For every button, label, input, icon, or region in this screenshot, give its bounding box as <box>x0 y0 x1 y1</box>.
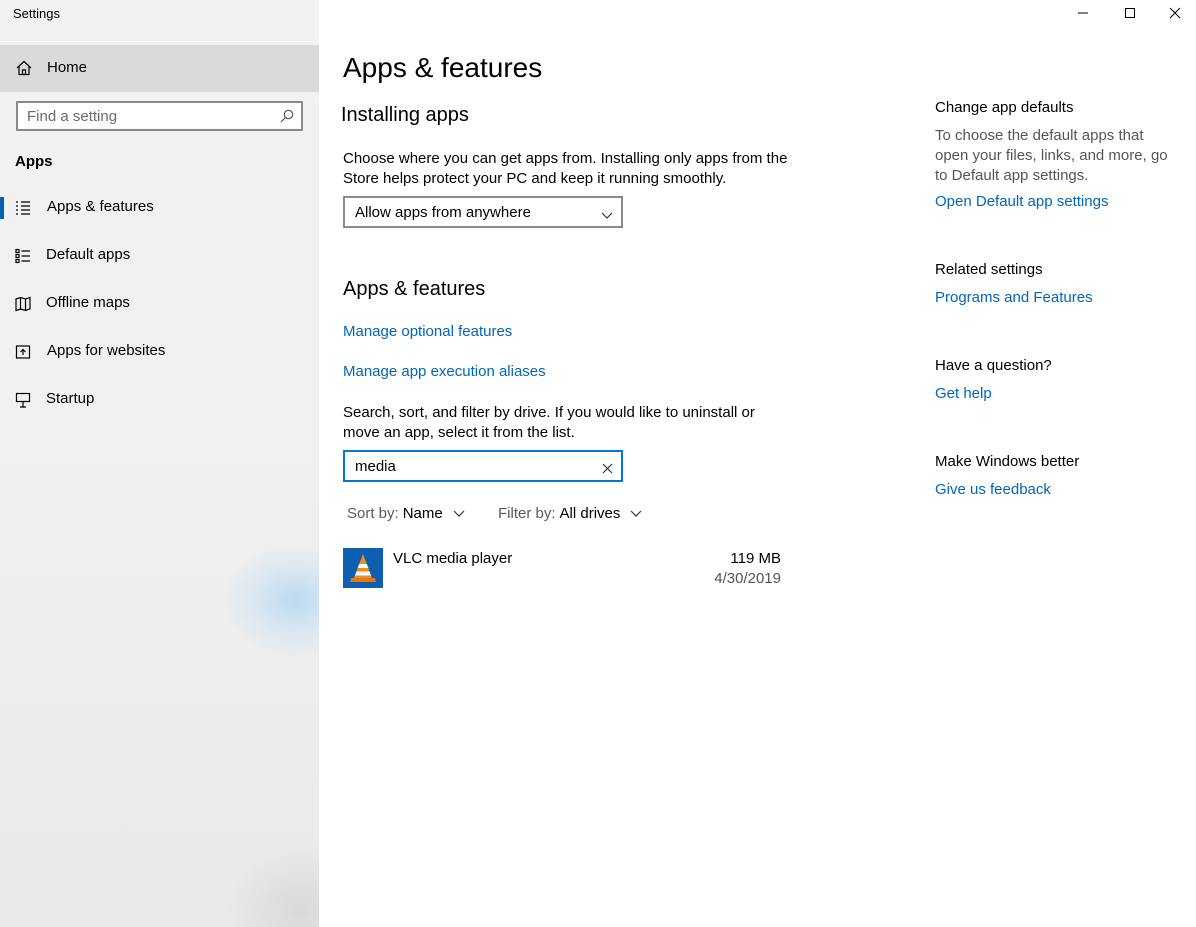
give-feedback-link[interactable]: Give us feedback <box>935 481 1051 498</box>
default-apps-icon <box>15 248 31 264</box>
chevron-down-icon <box>453 505 465 522</box>
sidebar-item-label: Offline maps <box>46 294 130 311</box>
manage-execution-aliases-link[interactable]: Manage app execution aliases <box>343 363 546 380</box>
get-help-link[interactable]: Get help <box>935 385 992 402</box>
sidebar-item-label: Default apps <box>46 246 131 263</box>
app-install-date: 4/30/2019 <box>714 570 781 587</box>
change-defaults-desc-line3: to Default app settings. <box>935 167 1089 184</box>
app-source-dropdown[interactable]: Allow apps from anywhere <box>343 196 623 228</box>
open-in-icon <box>15 344 31 360</box>
sidebar-section-label: Apps <box>15 153 53 170</box>
home-icon <box>15 59 33 77</box>
related-settings-heading: Related settings <box>935 261 1043 278</box>
sidebar-item-offline-maps[interactable]: Offline maps <box>0 284 319 324</box>
have-question-heading: Have a question? <box>935 357 1052 374</box>
sort-key: Sort by: <box>347 505 399 522</box>
make-windows-better-heading: Make Windows better <box>935 453 1080 470</box>
map-icon <box>15 296 31 312</box>
sidebar-item-default-apps[interactable]: Default apps <box>0 236 319 276</box>
vlc-cone-icon <box>343 548 383 588</box>
manage-optional-features-link[interactable]: Manage optional features <box>343 323 512 340</box>
dropdown-value: Allow apps from anywhere <box>355 204 531 221</box>
sidebar-item-home[interactable]: Home <box>0 45 319 92</box>
acrylic-shadow <box>230 850 319 927</box>
sort-by-dropdown[interactable]: Sort by: Name <box>347 505 465 522</box>
app-size: 119 MB <box>730 550 781 567</box>
app-search-box[interactable] <box>343 450 623 482</box>
startup-icon <box>15 392 31 408</box>
app-name: VLC media player <box>393 550 513 567</box>
search-description-line2: move an app, select it from the list. <box>343 424 575 441</box>
change-defaults-desc-line2: open your files, links, and more, go <box>935 147 1168 164</box>
window-title: Settings <box>13 6 60 21</box>
installing-description-line2: Store helps protect your PC and keep it … <box>343 170 727 187</box>
filter-by-dropdown[interactable]: Filter by: All drives <box>498 505 642 522</box>
open-default-app-settings-link[interactable]: Open Default app settings <box>935 193 1108 210</box>
sidebar-item-label: Apps & features <box>47 198 154 215</box>
change-defaults-heading: Change app defaults <box>935 99 1074 116</box>
main-content: Apps & features Installing apps Choose w… <box>319 0 1196 927</box>
chevron-down-icon <box>630 505 642 522</box>
find-setting-input[interactable] <box>18 103 268 129</box>
search-description-line1: Search, sort, and filter by drive. If yo… <box>343 404 755 421</box>
sort-value: Name <box>402 505 443 522</box>
installing-apps-heading: Installing apps <box>341 104 469 126</box>
selection-indicator <box>0 197 4 219</box>
filter-value: All drives <box>559 505 621 522</box>
search-icon[interactable] <box>280 109 294 123</box>
sidebar-item-apps-for-websites[interactable]: Apps for websites <box>0 332 319 372</box>
sidebar-item-label: Apps for websites <box>47 342 166 359</box>
filter-key: Filter by: <box>498 505 556 522</box>
apps-features-heading: Apps & features <box>343 278 486 300</box>
acrylic-glow <box>225 545 319 655</box>
list-icon <box>15 200 31 216</box>
installing-description-line1: Choose where you can get apps from. Inst… <box>343 150 788 167</box>
programs-and-features-link[interactable]: Programs and Features <box>935 289 1093 306</box>
change-defaults-desc-line1: To choose the default apps that <box>935 127 1144 144</box>
sidebar-item-label: Home <box>47 59 88 76</box>
find-setting-search[interactable] <box>16 101 303 131</box>
clear-icon[interactable] <box>602 461 613 479</box>
sidebar-item-apps-features[interactable]: Apps & features <box>0 188 319 228</box>
app-search-input[interactable] <box>345 452 585 480</box>
app-list-item[interactable]: VLC media player 119 MB 4/30/2019 <box>343 548 783 588</box>
sidebar-item-startup[interactable]: Startup <box>0 380 319 420</box>
sidebar-item-label: Startup <box>46 390 95 407</box>
page-title: Apps & features <box>343 52 543 83</box>
chevron-down-icon <box>601 207 613 225</box>
sidebar: Settings Home Apps Apps & features <box>0 0 319 927</box>
